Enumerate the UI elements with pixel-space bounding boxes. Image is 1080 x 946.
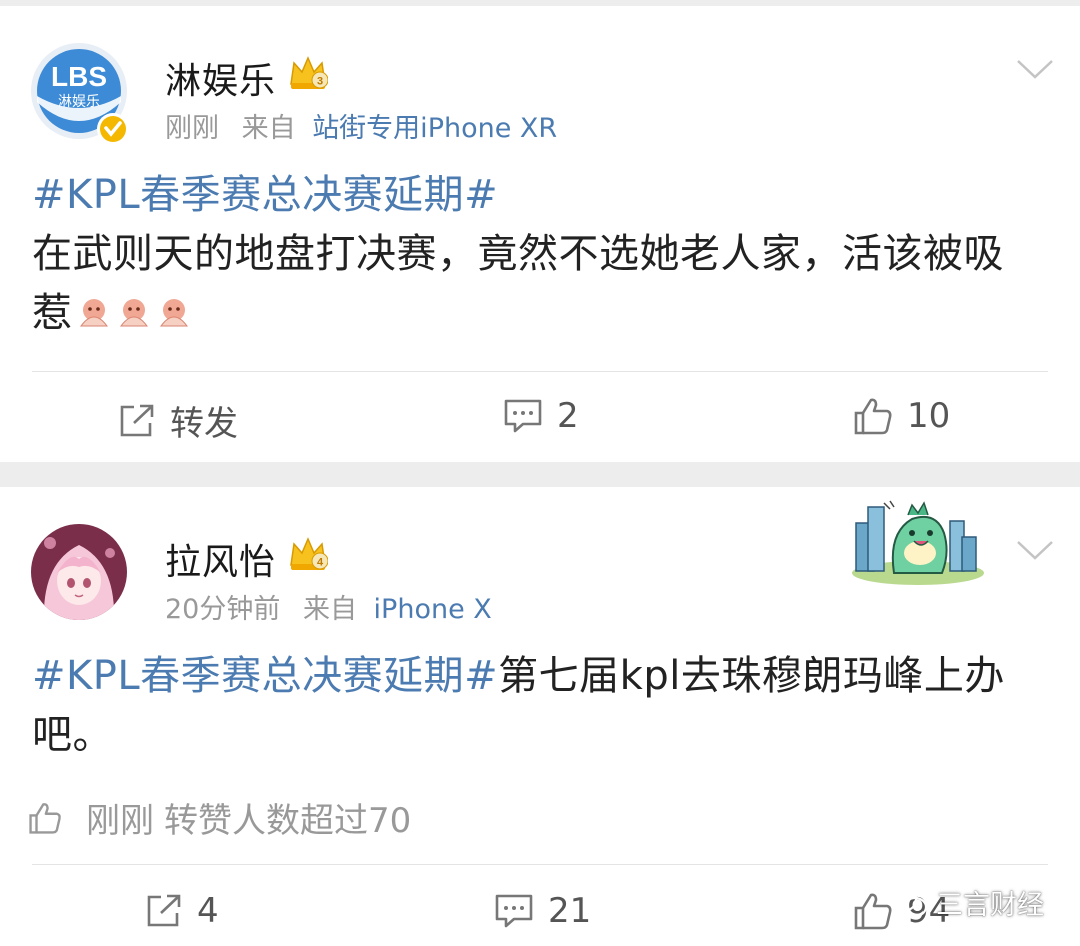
likes-summary[interactable]: 刚刚 转赞人数超过70 — [28, 793, 411, 842]
fan-emoji-icon — [159, 299, 188, 327]
post-source[interactable]: 站街专用iPhone XR — [312, 113, 557, 144]
repost-count: 4 — [197, 891, 219, 931]
hashtag-link[interactable]: #KPL春季赛总决赛延期# — [32, 653, 498, 699]
member-level: 3 — [317, 76, 323, 88]
comment-icon — [504, 399, 542, 433]
share-icon — [120, 404, 154, 436]
avatar-logo-text: LBS — [51, 61, 107, 92]
like-button[interactable]: 10 — [853, 396, 950, 436]
post-card-1: LBS 淋娱乐 淋娱乐 3 刚刚 来自 站街专用iPhone XR #KPL春季… — [0, 6, 1080, 462]
from-label: 来自 — [302, 594, 357, 625]
post-body: #KPL春季赛总决赛延期#第七届kpl去珠穆朗玛峰上办吧。 — [32, 647, 1040, 765]
emoji-group — [75, 296, 193, 334]
watermark-text: 三言财经 — [936, 890, 1044, 921]
member-level: 4 — [317, 557, 324, 569]
thumbs-up-icon — [29, 802, 61, 834]
comment-count: 21 — [548, 891, 592, 931]
post-meta: 刚刚 来自 站街专用iPhone XR — [165, 106, 557, 145]
liked-time: 刚刚 — [86, 801, 154, 841]
fan-emoji-icon — [79, 299, 108, 327]
watermark: 三言财经 — [888, 883, 1044, 922]
share-icon — [147, 894, 181, 927]
avatar[interactable]: LBS 淋娱乐 — [30, 42, 129, 145]
comment-icon — [495, 894, 533, 928]
like-count: 10 — [907, 396, 951, 436]
repost-button[interactable]: 4 — [145, 891, 219, 931]
divider — [32, 864, 1048, 865]
comment-button[interactable]: 2 — [503, 396, 579, 436]
chevron-down-icon[interactable] — [1016, 58, 1054, 84]
divider — [32, 371, 1048, 372]
hashtag-link[interactable]: #KPL春季赛总决赛延期# — [32, 172, 498, 218]
post-meta: 20分钟前 来自 iPhone X — [165, 587, 492, 626]
repost-button[interactable]: 转发 — [118, 396, 238, 445]
post-time: 刚刚 — [165, 113, 219, 144]
post-body: #KPL春季赛总决赛延期# 在武则天的地盘打决赛，竟然不选她老人家，活该被吸惹 — [32, 166, 1040, 343]
anime-avatar-icon — [31, 524, 127, 620]
fan-emoji-icon — [119, 299, 148, 327]
comment-button[interactable]: 21 — [494, 891, 591, 931]
comment-count: 2 — [557, 396, 579, 436]
member-crown-icon[interactable]: 3 — [288, 54, 329, 96]
avatar[interactable] — [30, 523, 128, 621]
liked-text: 转赞人数超过70 — [164, 801, 412, 841]
verified-badge-icon — [97, 113, 129, 145]
post-source[interactable]: iPhone X — [374, 594, 492, 625]
from-label: 来自 — [241, 113, 296, 144]
repost-label: 转发 — [170, 404, 238, 444]
avatar-logo-subtext: 淋娱乐 — [58, 94, 100, 110]
dinosaur-sticker-icon — [850, 493, 986, 589]
thumbs-up-icon — [854, 893, 892, 930]
wechat-icon — [888, 887, 928, 917]
post-time: 20分钟前 — [165, 594, 281, 625]
chevron-down-icon[interactable] — [1016, 539, 1054, 565]
username[interactable]: 淋娱乐 — [165, 52, 276, 104]
member-crown-icon[interactable]: 4 — [288, 535, 329, 577]
thumbs-up-icon — [854, 398, 892, 435]
post-card-2: 拉风怡 4 20分钟前 来自 iPhone X #KPL春季赛总决赛延期#第七届… — [0, 487, 1080, 946]
username[interactable]: 拉风怡 — [165, 533, 276, 585]
